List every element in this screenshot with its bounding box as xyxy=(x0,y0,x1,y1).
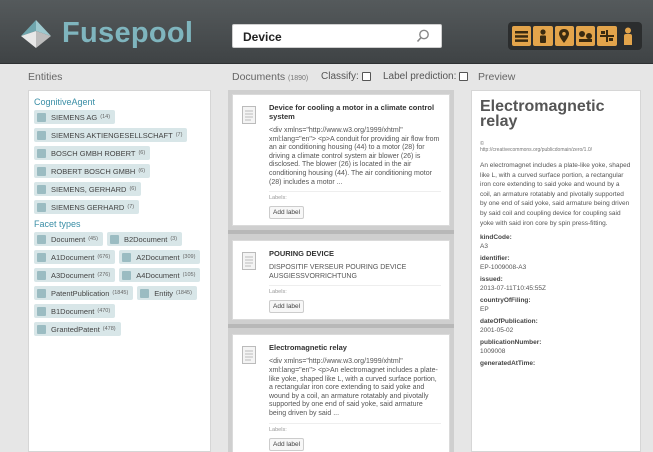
search-input[interactable]: Device xyxy=(232,24,442,48)
chart-icon xyxy=(579,31,593,42)
preview-document-title: Electromagnetic relay xyxy=(480,98,605,130)
document-card[interactable]: Device for cooling a motor in a climate … xyxy=(232,94,450,227)
facet-tag[interactable]: Entity (1845) xyxy=(137,286,197,300)
document-card[interactable]: POURING DEVICE DISPOSITIF VERSEUR POURIN… xyxy=(232,240,450,321)
facet-tag[interactable]: Document (45) xyxy=(34,232,103,246)
facet-tag[interactable]: B2Document (3) xyxy=(106,232,183,246)
logo[interactable]: Fusepool xyxy=(18,17,193,50)
field-value: A3 xyxy=(480,243,488,251)
entity-tag[interactable]: SIEMENS, GERHARD (6) xyxy=(34,182,142,196)
add-label-button[interactable]: Add label xyxy=(269,300,305,314)
field-key: kindCode: xyxy=(480,234,512,242)
map-view-button[interactable] xyxy=(554,26,574,46)
documents-list: Device for cooling a motor in a climate … xyxy=(228,90,454,452)
entity-tag[interactable]: SIEMENS GERHARD (7) xyxy=(34,200,140,214)
labels-caption: Labels: xyxy=(269,422,441,433)
labels-caption: Labels: xyxy=(269,191,441,201)
document-snippet: <div xmlns="http://www.w3.org/1999/xhtml… xyxy=(269,127,440,186)
section-facet-types[interactable]: Facet types xyxy=(34,219,205,229)
app-name: Fusepool xyxy=(62,17,194,49)
field-value: EP xyxy=(480,306,489,314)
grid-view-button[interactable] xyxy=(597,26,617,46)
add-label-button[interactable]: Add label xyxy=(269,437,305,451)
document-title[interactable]: Device for cooling a motor in a climate … xyxy=(269,103,441,121)
label-prediction-checkbox[interactable] xyxy=(459,72,469,81)
label-prediction-toggle[interactable]: Label prediction: xyxy=(383,71,469,82)
grid-icon xyxy=(599,30,614,42)
field-value: 1009008 xyxy=(480,348,506,356)
entities-panel: CognitiveAgent SIEMENS AG (14) SIEMENS AK… xyxy=(28,90,211,452)
preview-description: An electromagnet includes a plate-like y… xyxy=(480,162,631,227)
field-value: 2013-07-11T10:45:55Z xyxy=(480,285,547,293)
facet-tag[interactable]: PatentPublication (1845) xyxy=(34,286,134,300)
view-toolbar xyxy=(508,22,642,50)
field-key: countryOfFiling: xyxy=(480,297,531,305)
add-label-button[interactable]: Add label xyxy=(269,206,305,220)
search-value: Device xyxy=(243,30,282,44)
user-menu-button[interactable] xyxy=(619,26,638,46)
facet-type-tags: Document (45) B2Document (3) A1Document (67… xyxy=(34,232,205,336)
document-title[interactable]: Electromagnetic relay xyxy=(269,343,441,352)
preview-title: Preview xyxy=(478,71,516,83)
section-cognitive-agent[interactable]: CognitiveAgent xyxy=(34,97,205,107)
document-icon xyxy=(242,252,256,271)
chart-view-button[interactable] xyxy=(575,26,596,46)
field-value: 2001-05-02 xyxy=(480,327,514,335)
entity-tag[interactable]: ROBERT BOSCH GMBH (6) xyxy=(34,164,151,178)
list-icon xyxy=(515,30,529,42)
person-view-button[interactable] xyxy=(533,26,553,46)
document-icon xyxy=(242,346,256,365)
labels-caption: Labels: xyxy=(269,285,441,295)
divider xyxy=(228,324,454,329)
documents-count: (1890) xyxy=(288,75,309,82)
documents-title-text: Documents xyxy=(232,71,286,83)
divider xyxy=(228,230,454,235)
field-key: issued: xyxy=(480,276,503,284)
document-card[interactable]: Electromagnetic relay <div xmlns="http:/… xyxy=(232,334,450,452)
user-icon xyxy=(624,27,633,45)
facet-tag[interactable]: B1Document (470) xyxy=(34,304,116,318)
documents-title: Documents (1890) xyxy=(232,71,308,83)
document-title[interactable]: POURING DEVICE xyxy=(269,249,441,258)
facet-tag[interactable]: A3Document (276) xyxy=(34,268,116,282)
entities-title: Entities xyxy=(28,71,63,83)
preview-panel: Electromagnetic relay © http://creativec… xyxy=(471,90,641,452)
list-view-button[interactable] xyxy=(512,26,532,46)
facet-tag[interactable]: GrantedPatent (478) xyxy=(34,322,121,336)
field-key: publicationNumber: xyxy=(480,339,542,347)
classify-label: Classify: xyxy=(321,71,359,82)
cognitive-agent-tags: SIEMENS AG (14) SIEMENS AKTIENGESELLSCHAF… xyxy=(34,110,205,214)
document-snippet: DISPOSITIF VERSEUR POURING DEVICE AUSGIE… xyxy=(269,264,407,280)
document-snippet: <div xmlns="http://www.w3.org/1999/xhtml… xyxy=(269,358,438,417)
document-icon xyxy=(242,106,256,124)
field-key: identifier: xyxy=(480,255,510,263)
entity-tag[interactable]: BOSCH GMBH ROBERT (6) xyxy=(34,146,151,160)
facet-tag[interactable]: A4Document (105) xyxy=(119,268,201,282)
label-prediction-label: Label prediction: xyxy=(383,71,457,82)
search-icon[interactable] xyxy=(415,28,431,44)
entity-tag[interactable]: SIEMENS AKTIENGESELLSCHAFT (7) xyxy=(34,128,188,142)
facet-tag[interactable]: A2Document (309) xyxy=(119,250,201,264)
license-link[interactable]: http://creativecommons.org/publicdomain/… xyxy=(480,147,632,153)
classify-toggle[interactable]: Classify: xyxy=(321,71,371,82)
logo-icon xyxy=(21,19,51,48)
field-value: EP-1009008-A3 xyxy=(480,264,527,272)
map-pin-icon xyxy=(559,29,570,43)
facet-tag[interactable]: A1Document (676) xyxy=(34,250,116,264)
person-icon xyxy=(539,29,546,43)
field-key: dateOfPublication: xyxy=(480,318,538,326)
app-header: Fusepool Device xyxy=(0,0,653,64)
entity-tag[interactable]: SIEMENS AG (14) xyxy=(34,110,116,124)
field-key: generatedAtTime: xyxy=(480,360,536,368)
classify-checkbox[interactable] xyxy=(361,72,371,81)
